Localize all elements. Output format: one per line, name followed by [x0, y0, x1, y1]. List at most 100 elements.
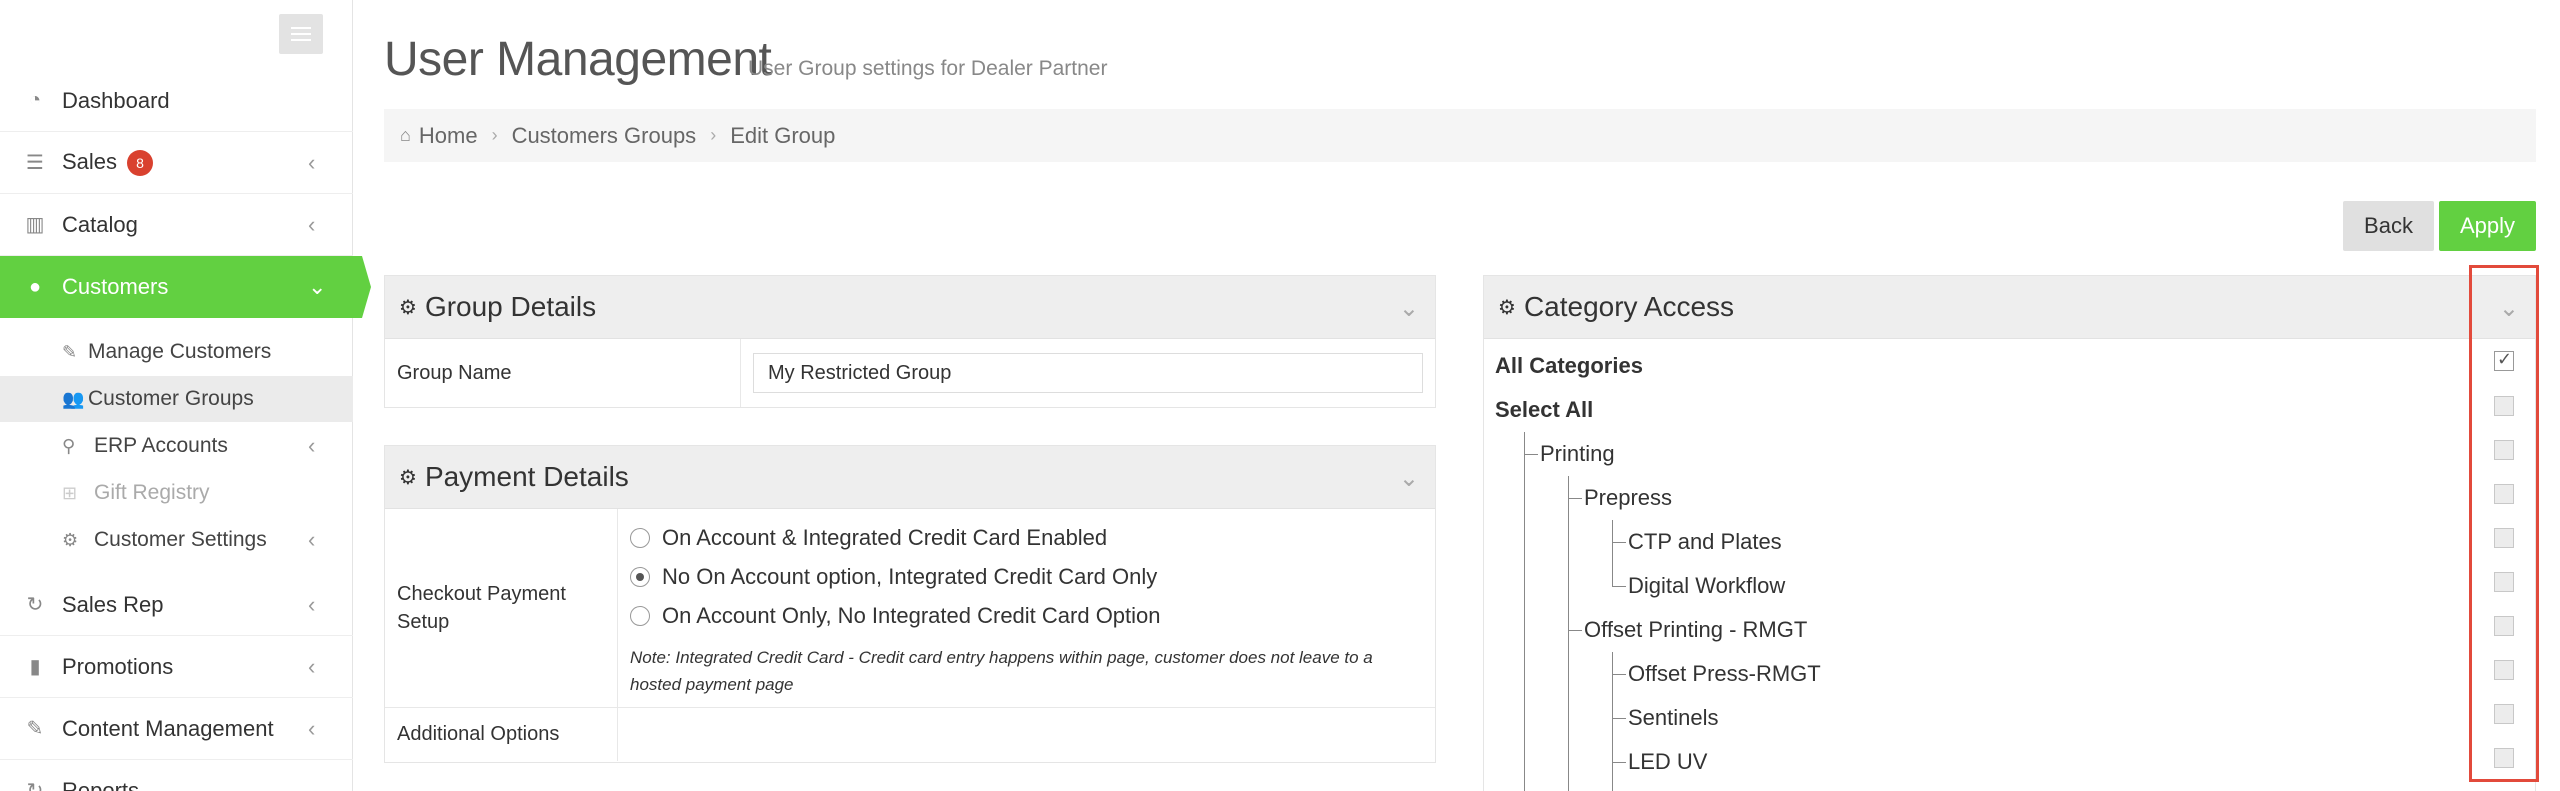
tree-line: [1612, 542, 1626, 543]
category-ctp-and-plates: CTP and Plates: [1628, 529, 1782, 554]
checkout-payment-row: Checkout Payment Setup On Account & Inte…: [385, 509, 1435, 708]
gift-icon: ⊞: [62, 482, 78, 503]
chevron-down-icon: ⌄: [308, 274, 327, 299]
payment-option-account-only[interactable]: On Account Only, No Integrated Credit Ca…: [630, 597, 1161, 636]
sidebar-item-sales-rep[interactable]: ↻ Sales Rep ‹: [0, 574, 353, 636]
tree-line: [1612, 652, 1613, 791]
panel-title: Category Access: [1523, 291, 1735, 322]
sidebar-item-promotions[interactable]: ▮ Promotions ‹: [0, 636, 353, 698]
additional-options-row: Additional Options: [385, 708, 1435, 761]
sidebar-subitem-label: Manage Customers: [88, 340, 272, 363]
chevron-left-icon: ‹: [308, 591, 316, 617]
sitemap-icon: ⚲: [62, 435, 76, 456]
chevron-left-icon: ‹: [308, 149, 316, 175]
select-all-label: Select All: [1495, 397, 1594, 422]
category-offset-press-rmgt: Offset Press-RMGT: [1628, 661, 1821, 686]
refresh-icon: ↻: [26, 780, 44, 791]
cogs-icon: ⚙: [399, 296, 417, 319]
sidebar-subitem-label: Customer Settings: [94, 528, 267, 551]
users-icon: 👥: [62, 388, 85, 409]
sidebar-subitem-label: Gift Registry: [94, 481, 210, 504]
home-icon: ⌂: [400, 125, 411, 145]
breadcrumb-customers-groups[interactable]: Customers Groups: [512, 123, 697, 149]
catalog-icon: ▥: [25, 214, 45, 236]
payment-details-panel: ⚙ Payment Details ⌄ Checkout Payment Set…: [384, 445, 1436, 763]
cogs-icon: ⚙: [1498, 296, 1516, 319]
category-led-uv: LED UV: [1628, 749, 1708, 774]
category-sentinels: Sentinels: [1628, 705, 1719, 730]
breadcrumb-home[interactable]: Home: [419, 123, 478, 149]
breadcrumb-edit-group: Edit Group: [730, 122, 836, 148]
tree-line: [1612, 674, 1626, 675]
sidebar-item-label: Customers: [62, 274, 169, 299]
group-name-row: Group Name My Restricted Group: [385, 339, 1435, 407]
radio-label: No On Account option, Integrated Credit …: [662, 564, 1158, 589]
tree-line: [1524, 454, 1538, 455]
category-digital-workflow: Digital Workflow: [1628, 573, 1786, 598]
sidebar-subitem-gift-registry[interactable]: ⊞ Gift Registry: [0, 470, 353, 516]
group-details-panel: ⚙ Group Details ⌄ Group Name My Restrict…: [384, 275, 1436, 408]
chevron-left-icon: ‹: [308, 433, 316, 458]
payment-option-card-only[interactable]: No On Account option, Integrated Credit …: [630, 558, 1157, 597]
group-name-input[interactable]: My Restricted Group: [753, 353, 1423, 393]
tree-line: [1612, 520, 1613, 586]
sidebar-item-label: Promotions: [62, 653, 174, 679]
sidebar-item-catalog[interactable]: ▥ Catalog ‹: [0, 194, 353, 256]
category-access-header: ⚙ Category Access ⌄: [1484, 276, 2535, 339]
apply-button[interactable]: Apply: [2439, 201, 2536, 251]
tree-line: [1612, 586, 1626, 587]
dashboard-icon: ◔: [28, 89, 42, 111]
back-button[interactable]: Back: [2343, 201, 2434, 251]
chevron-down-icon[interactable]: ⌄: [1399, 464, 1419, 493]
group-details-header: ⚙ Group Details ⌄: [385, 276, 1435, 339]
sidebar-item-label: Dashboard: [62, 87, 170, 113]
radio-label: On Account Only, No Integrated Credit Ca…: [662, 603, 1161, 628]
checkbox-column-highlight: [2469, 265, 2539, 782]
chevron-left-icon: ‹: [308, 653, 316, 679]
tree-line: [1568, 476, 1569, 791]
sidebar-item-dashboard[interactable]: ◔ Dashboard: [0, 70, 353, 132]
panel-title: Payment Details: [424, 461, 629, 492]
chevron-down-icon[interactable]: ⌄: [1399, 294, 1419, 323]
sidebar-subitem-erp-accounts[interactable]: ⚲ ERP Accounts ‹: [0, 423, 353, 469]
sidebar-subitem-customer-settings[interactable]: ⚙ Customer Settings ‹: [0, 517, 353, 563]
gear-icon: ⚙: [62, 529, 79, 550]
sales-count-badge: 8: [127, 150, 154, 177]
radio-label: On Account & Integrated Credit Card Enab…: [662, 525, 1108, 550]
sidebar-item-sales[interactable]: ☰ Sales 8 ‹: [0, 132, 353, 194]
sidebar-item-label: Sales Rep: [62, 591, 164, 617]
tree-line: [1568, 498, 1582, 499]
user-icon: ●: [28, 275, 42, 298]
sidebar-subitem-customer-groups[interactable]: 👥 Customer Groups: [0, 376, 353, 422]
checkout-payment-label: Checkout Payment Setup: [385, 509, 618, 707]
all-categories-label: All Categories: [1495, 353, 1643, 378]
radio-button[interactable]: [630, 606, 650, 626]
payment-option-account-and-card[interactable]: On Account & Integrated Credit Card Enab…: [630, 519, 1107, 558]
sidebar-item-label: Reports: [62, 777, 140, 791]
refresh-icon: ↻: [26, 594, 44, 616]
menu-toggle-button[interactable]: [279, 14, 323, 54]
breadcrumb: ⌂ Home › Customers Groups › Edit Group: [384, 109, 2536, 162]
sidebar-item-label: Content Management: [62, 715, 274, 741]
category-offset-printing-rmgt: Offset Printing - RMGT: [1584, 617, 1808, 642]
panel-title: Group Details: [424, 291, 597, 322]
sidebar-item-reports[interactable]: ↻ Reports: [0, 760, 353, 791]
sidebar-item-content-management[interactable]: ✎ Content Management ‹: [0, 698, 353, 760]
additional-options-label: Additional Options: [385, 708, 618, 761]
page-subtitle: User Group settings for Dealer Partner: [748, 57, 1108, 80]
sidebar-subitem-manage-customers[interactable]: ✎ Manage Customers: [0, 329, 353, 375]
sidebar-item-label: Catalog: [62, 211, 138, 237]
cogs-icon: ⚙: [399, 466, 417, 489]
payment-details-header: ⚙ Payment Details ⌄: [385, 446, 1435, 509]
radio-button[interactable]: [630, 528, 650, 548]
sidebar-subitem-label: ERP Accounts: [94, 434, 228, 457]
group-name-label: Group Name: [385, 339, 741, 407]
bar-chart-icon: ▮: [29, 656, 41, 678]
chevron-right-icon: ›: [491, 125, 498, 145]
sidebar-item-customers[interactable]: ● Customers ⌄: [0, 256, 371, 318]
radio-button-selected[interactable]: [630, 567, 650, 587]
tree-line: [1612, 718, 1626, 719]
category-prepress: Prepress: [1584, 485, 1673, 510]
tree-line: [1568, 630, 1582, 631]
sales-icon: ☰: [26, 152, 44, 174]
